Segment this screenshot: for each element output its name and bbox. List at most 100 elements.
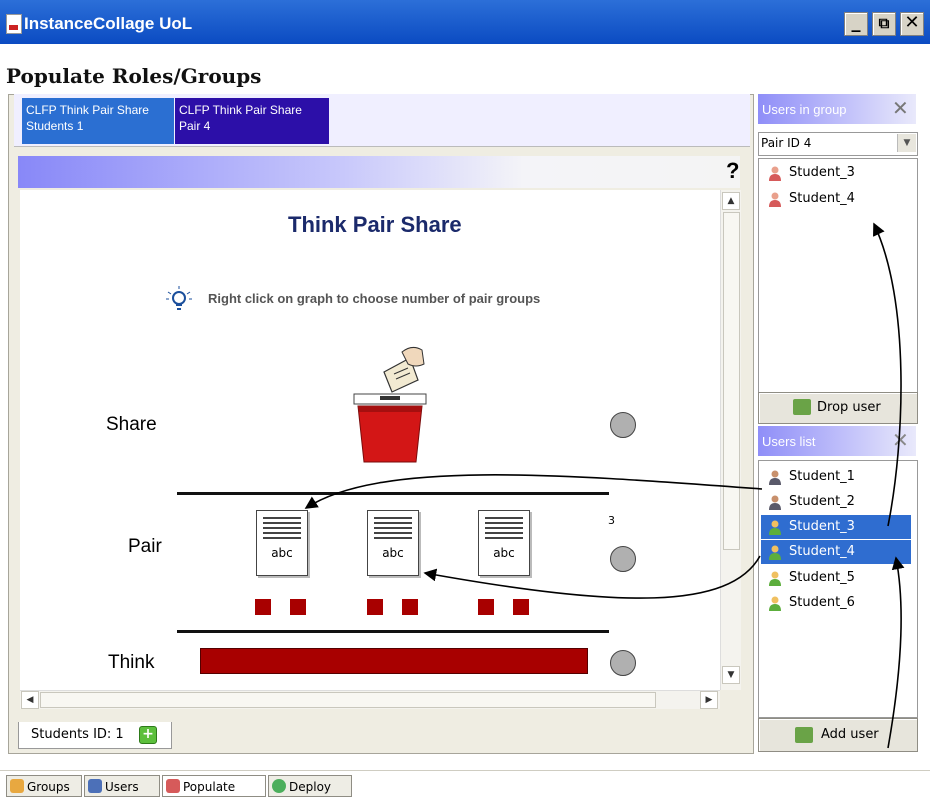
populate-icon	[166, 779, 180, 793]
list-item[interactable]: Student_5	[761, 566, 911, 590]
pair-document-1[interactable]: abc	[256, 510, 308, 576]
close-icon[interactable]: ✕	[892, 96, 909, 121]
users-in-group-list: Student_3 Student_4	[758, 158, 918, 394]
user-name: Student_1	[789, 469, 855, 484]
users-list: Student_1 Student_2 Student_3 Student_4 …	[758, 460, 918, 718]
vertical-scrollbar[interactable]: ▲ ▼	[720, 190, 741, 690]
user-icon	[769, 520, 781, 535]
horizontal-scrollbar[interactable]: ◀ ▶	[20, 690, 720, 709]
tab-deploy[interactable]: Deploy	[268, 775, 352, 797]
row-label-share: Share	[106, 414, 157, 435]
tab-populate[interactable]: Populate	[162, 775, 266, 797]
users-list-header: Users list ✕	[758, 426, 916, 456]
pair-member-slot[interactable]	[290, 599, 306, 615]
add-user-button[interactable]: Add user	[758, 718, 918, 752]
tab-label: CLFP Think Pair Share Students 1	[26, 103, 149, 133]
user-icon	[769, 192, 781, 207]
deploy-icon	[272, 779, 286, 793]
pair-node[interactable]	[610, 546, 636, 572]
document-label: abc	[382, 546, 404, 560]
window-title: InstanceCollage UoL	[24, 14, 193, 33]
user-name: Student_4	[789, 544, 855, 559]
pair-member-slot[interactable]	[255, 599, 271, 615]
row-label-pair: Pair	[128, 536, 162, 557]
chevron-down-icon[interactable]: ▼	[897, 134, 916, 152]
tab-students-1[interactable]: CLFP Think Pair Share Students 1	[22, 98, 174, 144]
close-icon[interactable]: ✕	[892, 428, 909, 453]
list-item[interactable]: Student_4	[761, 540, 911, 564]
scroll-thumb[interactable]	[40, 692, 656, 708]
document-label: abc	[271, 546, 293, 560]
scroll-thumb[interactable]	[723, 212, 740, 550]
pair-document-3[interactable]: abc	[478, 510, 530, 576]
graph-hint: Right click on graph to choose number of…	[208, 291, 541, 306]
user-name: Student_5	[789, 570, 855, 585]
group-select[interactable]: Pair ID 4 ▼	[758, 132, 918, 156]
graph-header-bar	[18, 156, 740, 188]
drop-user-icon	[793, 399, 811, 415]
graph-canvas[interactable]: Think Pair Share Right click on graph to…	[20, 190, 720, 690]
user-icon	[769, 166, 781, 181]
groups-icon	[10, 779, 24, 793]
scroll-right-icon[interactable]: ▶	[700, 691, 718, 709]
button-label: Add user	[821, 727, 879, 742]
tab-label: Groups	[27, 780, 70, 794]
list-item[interactable]: Student_3	[761, 515, 911, 539]
user-icon	[769, 470, 781, 485]
pair-member-slot[interactable]	[367, 599, 383, 615]
list-item[interactable]: Student_6	[761, 591, 911, 615]
row-label-think: Think	[108, 652, 155, 673]
drop-user-button[interactable]: Drop user	[758, 392, 918, 424]
close-button[interactable]: ✕	[900, 12, 924, 36]
user-icon	[769, 571, 781, 586]
separator-line	[177, 630, 609, 633]
tab-students-id[interactable]: Students ID: 1 +	[18, 722, 172, 749]
restore-button[interactable]: ⧉	[872, 12, 896, 36]
text-lines	[263, 517, 301, 541]
app-icon	[6, 14, 22, 34]
list-item[interactable]: Student_1	[761, 465, 911, 489]
pair-member-slot[interactable]	[513, 599, 529, 615]
text-lines	[374, 517, 412, 541]
tab-label: Populate	[183, 780, 236, 794]
lightbulb-icon	[166, 286, 192, 310]
minimize-button[interactable]: _	[844, 12, 868, 36]
pair-member-slot[interactable]	[402, 599, 418, 615]
list-item[interactable]: Student_3	[761, 161, 911, 185]
user-name: Student_3	[789, 165, 855, 180]
user-name: Student_2	[789, 494, 855, 509]
scroll-down-icon[interactable]: ▼	[722, 666, 740, 684]
tab-pair-4[interactable]: CLFP Think Pair Share Pair 4	[175, 98, 329, 144]
share-node[interactable]	[610, 412, 636, 438]
help-button[interactable]: ?	[726, 158, 739, 184]
tab-label: Students ID: 1	[31, 727, 124, 742]
selected-group: Pair ID 4	[761, 136, 812, 150]
page-title: Populate Roles/Groups	[6, 64, 262, 88]
user-name: Student_4	[789, 191, 855, 206]
think-bar[interactable]	[200, 648, 588, 674]
tab-label: Users	[105, 780, 139, 794]
document-label: abc	[493, 546, 515, 560]
add-group-icon[interactable]: +	[139, 726, 157, 744]
scroll-up-icon[interactable]: ▲	[722, 192, 740, 210]
scroll-left-icon[interactable]: ◀	[21, 691, 39, 709]
pair-document-2[interactable]: abc	[367, 510, 419, 576]
text-lines	[485, 517, 523, 541]
tab-groups[interactable]: Groups	[6, 775, 82, 797]
list-item[interactable]: Student_2	[761, 490, 911, 514]
toolbar-separator	[0, 770, 930, 771]
user-icon	[769, 545, 781, 560]
panel-title: Users list	[762, 434, 816, 449]
list-item[interactable]: Student_4	[761, 187, 911, 211]
pair-member-slot[interactable]	[478, 599, 494, 615]
panel-title: Users in group	[762, 102, 847, 117]
ballot-box-icon	[353, 346, 427, 463]
tab-users[interactable]: Users	[84, 775, 160, 797]
button-label: Drop user	[817, 400, 881, 415]
users-in-group-header: Users in group ✕	[758, 94, 916, 124]
pair-count-label: 3	[608, 514, 615, 527]
user-icon	[769, 495, 781, 510]
tab-label: Deploy	[289, 780, 332, 794]
user-icon	[769, 596, 781, 611]
think-node[interactable]	[610, 650, 636, 676]
